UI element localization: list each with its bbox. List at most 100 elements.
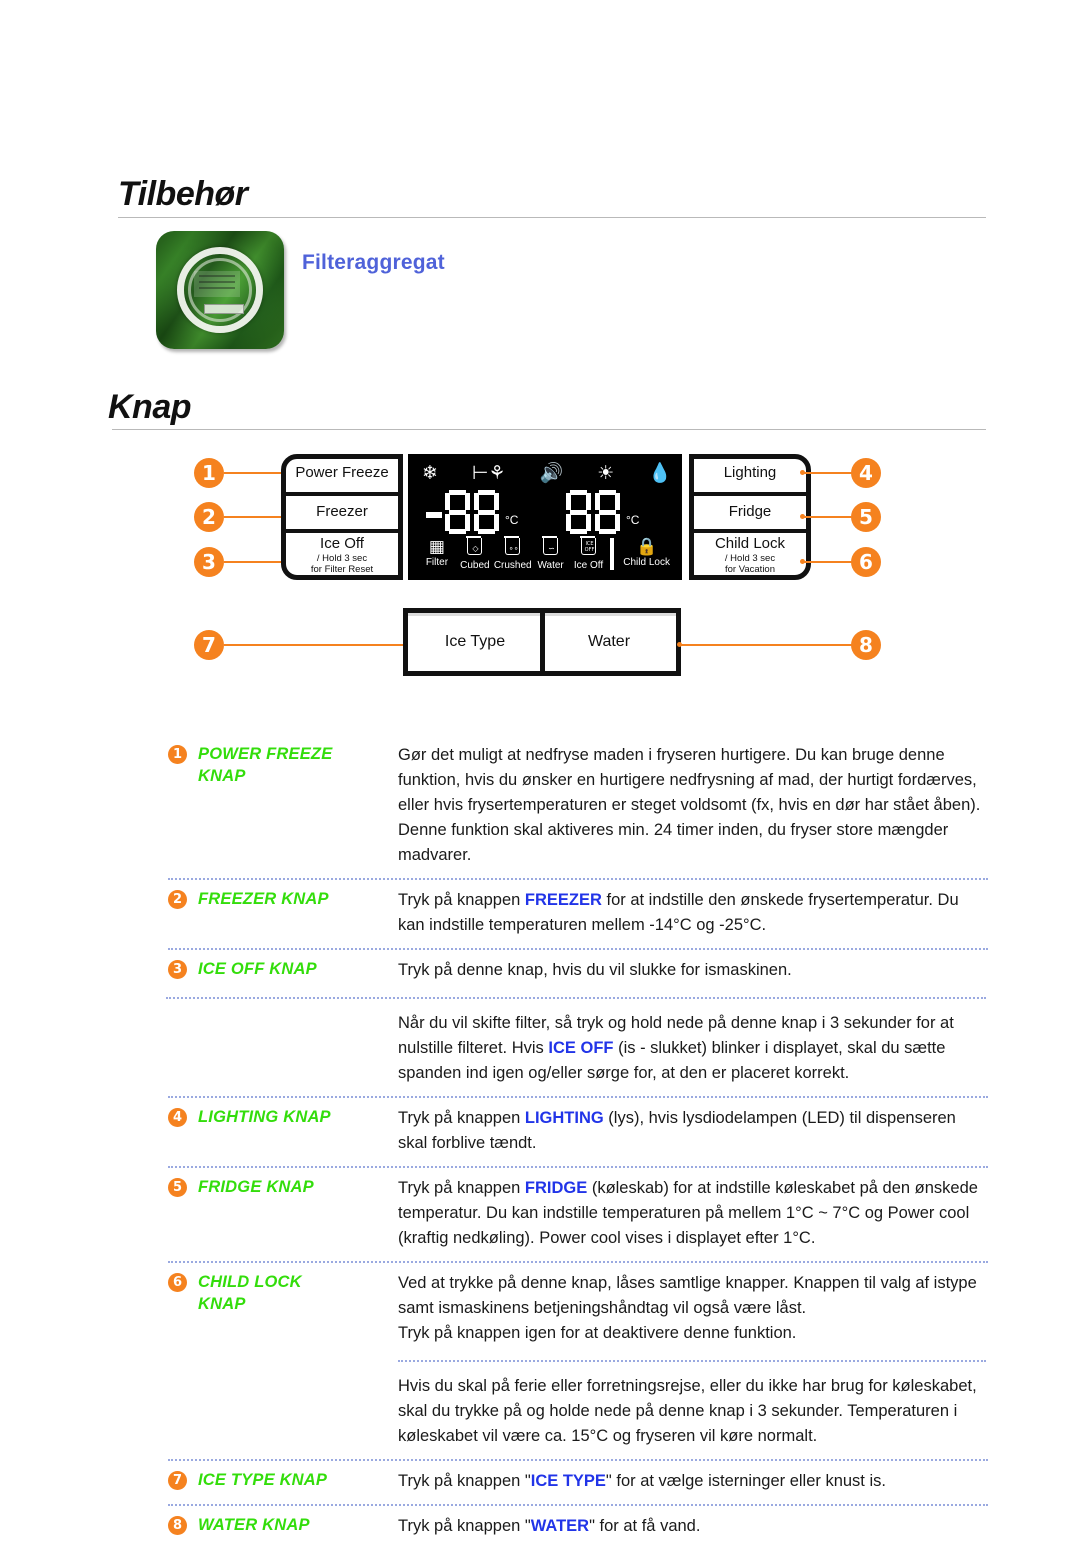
row-paragraph: Tryk på knappen FRIDGE (køleskab) for at… [398,1179,978,1247]
inline-highlight: LIGHTING [524,1109,604,1127]
freezer-temperature-reading: °C [426,486,518,538]
button-fridge-label: Fridge [728,503,772,520]
button-child-lock-label: Child Lock [714,535,786,552]
table-row: 4 LIGHTING KNAP Tryk på knappen LIGHTING… [168,1098,988,1166]
seven-segment-digit [474,490,499,534]
button-child-lock[interactable]: Child Lock / Hold 3 sec for Vacation [694,535,806,575]
button-water[interactable]: Water [542,613,676,671]
row-badge: 5 [168,1178,187,1197]
row-paragraph: Tryk på knappen FREEZER for at indstille… [398,891,959,934]
row-paragraph: Tryk på knappen "ICE TYPE" for at vælge … [398,1472,886,1490]
right-button-cluster: Lighting Fridge Child Lock / Hold 3 sec … [689,454,811,580]
row-body: Ved at trykke på denne knap, låses samtl… [398,1271,988,1449]
row-term-line1: LIGHTING KNAP [198,1108,331,1126]
water-drop-snowflake-icon: 💧 [648,462,672,484]
left-button-cluster: Power Freeze Freezer Ice Off / Hold 3 se… [281,454,403,580]
status-child-lock-label: Child Lock [623,557,670,568]
table-row: 2 FREEZER KNAP Tryk på knappen FREEZER f… [168,880,988,948]
ice-off-glass-icon: ICE OFF [570,538,608,560]
lcd-top-indicator-row: ❄︎ ⊢⚘ 🔊 ☀ 💧 [422,460,672,486]
row-body: Gør det muligt at nedfryse maden i fryse… [398,743,988,868]
status-water: ∽ Water [532,538,570,572]
control-panel-diagram: 1 2 3 Power Freeze Freezer Ice Off / Hol… [0,440,1080,705]
dispenser-button-module: Ice Type Water [403,608,681,676]
padlock-icon: 🔒 [636,537,658,557]
table-row: 3 ICE OFF KNAP Tryk på denne knap, hvis … [166,950,988,1096]
inline-highlight: FREEZER [524,891,602,909]
status-crushed: ∘∘ Crushed [494,538,532,572]
callout-leader-3 [224,561,286,563]
button-ice-off-label: Ice Off [320,535,364,552]
row-term-line1: FRIDGE KNAP [198,1178,314,1196]
row-badge: 1 [168,745,187,764]
button-ice-off[interactable]: Ice Off / Hold 3 sec for Filter Reset [286,535,398,575]
row-paragraph: Gør det muligt at nedfryse maden i fryse… [398,746,981,864]
cubed-ice-glass-icon: ◇ [456,538,494,560]
row-body: Tryk på knappen "ICE TYPE" for at vælge … [398,1469,988,1494]
row-term-line1: POWER FREEZE [198,745,333,763]
row-body: Tryk på knappen LIGHTING (lys), hvis lys… [398,1106,988,1156]
row-term-line1: FREEZER KNAP [198,890,329,908]
button-lighting-label: Lighting [723,464,777,481]
section-title-knap: Knap [108,388,192,426]
button-description-table: 1 POWER FREEZE KNAP Gør det muligt at ne… [166,735,988,1549]
row-term: ICE TYPE KNAP [198,1469,398,1494]
row-term: FREEZER KNAP [198,888,398,938]
callout-badge-3: 3 [194,547,224,577]
fridge-unit-label: °C [626,513,640,527]
row-body: Tryk på knappen "WATER" for at få vand. [398,1514,988,1539]
callout-leader-6 [804,561,852,563]
filter-icon: ▦ [428,537,445,557]
row-badge: 6 [168,1273,187,1292]
callout-leader-8 [681,644,852,646]
button-power-freeze[interactable]: Power Freeze [286,464,398,482]
button-ice-type-label: Ice Type [444,633,506,650]
callout-leader-7 [224,644,406,646]
button-divider-2 [286,529,398,533]
row-term-line1: ICE OFF KNAP [198,960,317,978]
callout-badge-7: 7 [194,630,224,660]
table-row: 7 ICE TYPE KNAP Tryk på knappen "ICE TYP… [168,1461,988,1504]
table-row: 5 FRIDGE KNAP Tryk på knappen FRIDGE (kø… [168,1168,988,1261]
row-badge: 4 [168,1108,187,1127]
button-freezer-label: Freezer [316,503,368,520]
status-filter-label: Filter [425,557,449,568]
seven-segment-digit [595,490,620,534]
minus-sign-segment [426,512,442,518]
lcd-display-panel: ❄︎ ⊢⚘ 🔊 ☀ 💧 °C °C ▦ Filter ◇ Cubed ∘∘ Cr… [408,454,682,580]
callout-leader-4 [804,472,852,474]
callout-leader-2 [224,516,286,518]
row-term: ICE OFF KNAP [198,958,398,1086]
button-ice-type[interactable]: Ice Type [408,613,542,671]
filter-kit-thumbnail [156,231,284,349]
package-barcode-label [204,304,244,315]
freezer-unit-label: °C [505,513,519,527]
callout-badge-8: 8 [851,630,881,660]
row-paragraph: Når du vil skifte filter, så tryk og hol… [398,1014,954,1082]
row-paragraph: Tryk på denne knap, hvis du vil slukke f… [398,961,792,979]
callout-badge-1: 1 [194,458,224,488]
button-lighting[interactable]: Lighting [694,464,806,482]
section-title-tilbehor: Tilbehør [118,175,248,213]
row-term-line2: KNAP [198,767,246,785]
lcd-temperature-readings: °C °C [408,486,682,538]
row-paragraph: Hvis du skal på ferie eller forretningsr… [398,1377,977,1445]
crushed-ice-glass-icon: ∘∘ [494,538,532,560]
button-freezer[interactable]: Freezer [286,503,398,521]
button-divider-4 [694,492,806,496]
inline-highlight: ICE TYPE [530,1472,606,1490]
button-fridge[interactable]: Fridge [694,503,806,521]
row-badge: 7 [168,1471,187,1490]
row-term: POWER FREEZE KNAP [198,743,398,868]
seven-segment-digit [445,490,470,534]
row-body: Tryk på knappen FRIDGE (køleskab) for at… [398,1176,988,1251]
section-rule-tilbehor [118,217,986,218]
plug-energy-saving-icon: ⊢⚘ [471,462,506,484]
callout-leader-5 [804,516,852,518]
button-power-freeze-label: Power Freeze [295,464,389,481]
button-water-label: Water [587,633,631,650]
table-row: 1 POWER FREEZE KNAP Gør det muligt at ne… [168,735,988,878]
button-ice-off-sub-line2: for Filter Reset [310,564,374,575]
button-divider-5 [694,529,806,533]
accessory-caption: Filteraggregat [302,251,445,274]
